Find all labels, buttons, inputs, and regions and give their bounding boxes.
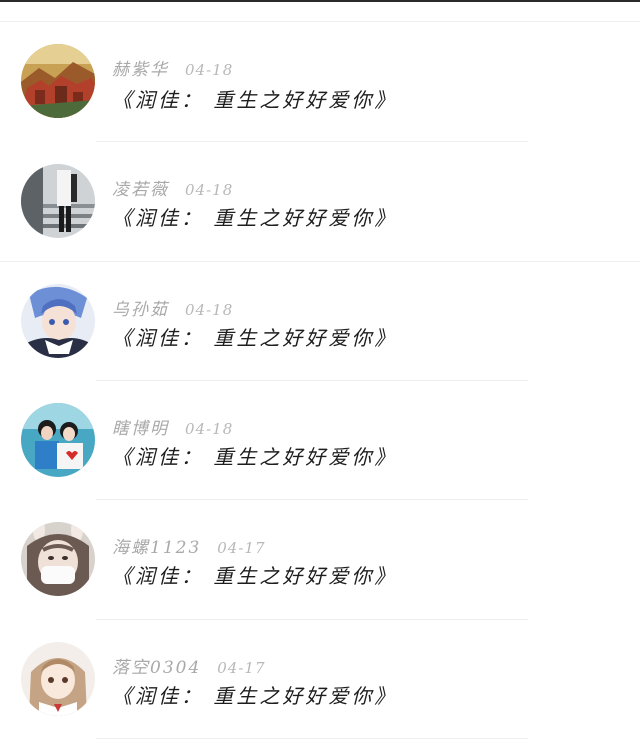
person-on-stairs-avatar-icon[interactable] [21, 164, 95, 238]
masked-girl-avatar-icon[interactable] [21, 522, 95, 596]
comment-text: 《润佳： 重生之好好爱你》 [112, 564, 398, 588]
username[interactable]: 乌孙茹 [112, 300, 169, 320]
comment-meta: 落空0304 04-17 [112, 653, 266, 678]
anime-girl-avatar-icon[interactable] [21, 642, 95, 716]
username[interactable]: 落空0304 [112, 658, 201, 678]
comment-meta: 凌若薇 04-18 [112, 175, 234, 200]
top-border [0, 0, 640, 2]
couple-photo-avatar-icon[interactable] [21, 403, 95, 477]
landscape-painting-avatar-icon[interactable] [21, 44, 95, 118]
row-divider [96, 738, 528, 739]
comment-text: 《润佳： 重生之好好爱你》 [112, 445, 398, 469]
comment-date: 04-18 [185, 181, 234, 199]
comment-item[interactable]: 赫紫华 04-18 《润佳： 重生之好好爱你》 [0, 22, 640, 141]
anime-boy-avatar-icon[interactable] [21, 284, 95, 358]
comment-item[interactable]: 瞎博明 04-18 《润佳： 重生之好好爱你》 [0, 381, 640, 500]
comment-date: 04-18 [185, 420, 234, 438]
comment-text: 《润佳： 重生之好好爱你》 [112, 206, 398, 230]
comment-meta: 赫紫华 04-18 [112, 55, 234, 80]
comment-meta: 乌孙茹 04-18 [112, 295, 234, 320]
comment-item[interactable]: 凌若薇 04-18 《润佳： 重生之好好爱你》 [0, 142, 640, 261]
username[interactable]: 赫紫华 [112, 60, 169, 80]
comment-item[interactable]: 落空0304 04-17 《润佳： 重生之好好爱你》 [0, 620, 640, 739]
comment-list-page: 赫紫华 04-18 《润佳： 重生之好好爱你》 凌若薇 04-18 《润佳： 重生之… [0, 0, 640, 741]
username[interactable]: 海螺1123 [112, 538, 201, 558]
comment-text: 《润佳： 重生之好好爱你》 [112, 684, 398, 708]
comment-text: 《润佳： 重生之好好爱你》 [112, 326, 398, 350]
comment-date: 04-18 [185, 61, 234, 79]
comment-date: 04-17 [217, 659, 266, 677]
comment-meta: 海螺1123 04-17 [112, 533, 266, 558]
comment-meta: 瞎博明 04-18 [112, 414, 234, 439]
comment-date: 04-17 [217, 539, 266, 557]
comment-item[interactable]: 海螺1123 04-17 《润佳： 重生之好好爱你》 [0, 500, 640, 619]
comment-item[interactable]: 乌孙茹 04-18 《润佳： 重生之好好爱你》 [0, 262, 640, 381]
comment-date: 04-18 [185, 301, 234, 319]
comment-text: 《润佳： 重生之好好爱你》 [112, 88, 398, 112]
username[interactable]: 瞎博明 [112, 419, 169, 439]
username[interactable]: 凌若薇 [112, 180, 169, 200]
